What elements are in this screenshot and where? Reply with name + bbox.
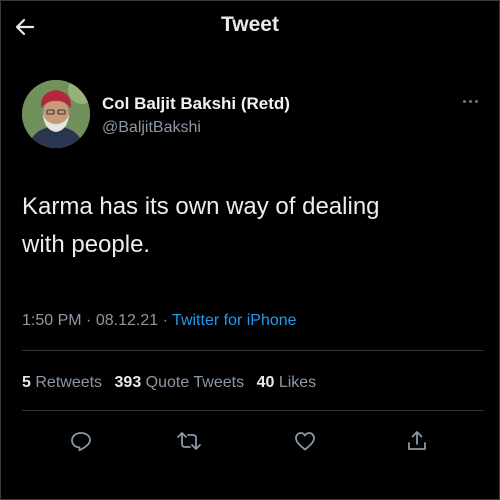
retweet-icon	[177, 432, 201, 450]
likes-stat[interactable]: 40 Likes	[257, 374, 317, 391]
retweet-button[interactable]	[174, 426, 204, 456]
heart-icon	[295, 432, 315, 451]
meta-separator: ·	[162, 312, 168, 329]
author-display-name[interactable]: Col Baljit Bakshi (Retd)	[102, 94, 290, 114]
tweet-source-link[interactable]: Twitter for iPhone	[172, 312, 297, 329]
author-handle[interactable]: @BaljitBakshi	[102, 119, 201, 137]
divider	[22, 350, 484, 351]
likes-count: 40	[256, 374, 275, 391]
reply-button[interactable]	[66, 426, 96, 456]
share-icon	[408, 431, 426, 450]
like-button[interactable]	[290, 426, 320, 456]
retweets-count: 5	[22, 374, 31, 391]
quote-tweets-stat[interactable]: 393 Quote Tweets	[115, 374, 245, 391]
avatar[interactable]	[22, 80, 90, 148]
quotes-label: Quote Tweets	[145, 374, 245, 391]
share-button[interactable]	[402, 426, 432, 456]
tweet-text-line: with people.	[22, 231, 151, 258]
tweet-actions	[0, 426, 500, 458]
meta-separator: ·	[86, 312, 92, 329]
reply-icon	[71, 432, 91, 452]
likes-label: Likes	[278, 374, 317, 391]
top-bar: Tweet	[0, 0, 500, 54]
divider	[22, 410, 484, 411]
quotes-count: 393	[114, 374, 142, 391]
ellipsis-icon[interactable]	[458, 94, 482, 108]
tweet-stats: 5 Retweets 393 Quote Tweets 40 Likes	[22, 374, 316, 392]
tweet-time[interactable]: 1:50 PM	[22, 312, 82, 329]
tweet-meta: 1:50 PM · 08.12.21 · Twitter for iPhone	[22, 312, 297, 330]
page-title: Tweet	[221, 13, 279, 36]
retweets-stat[interactable]: 5 Retweets	[22, 374, 102, 391]
retweets-label: Retweets	[35, 374, 103, 391]
tweet-text-line: Karma has its own way of dealing	[22, 193, 380, 220]
tweet-author: Col Baljit Bakshi (Retd) @BaljitBakshi	[22, 80, 482, 150]
tweet-date[interactable]: 08.12.21	[96, 312, 158, 329]
profile-photo	[22, 80, 90, 148]
tweet-text: Karma has its own way of dealing with pe…	[22, 188, 462, 264]
